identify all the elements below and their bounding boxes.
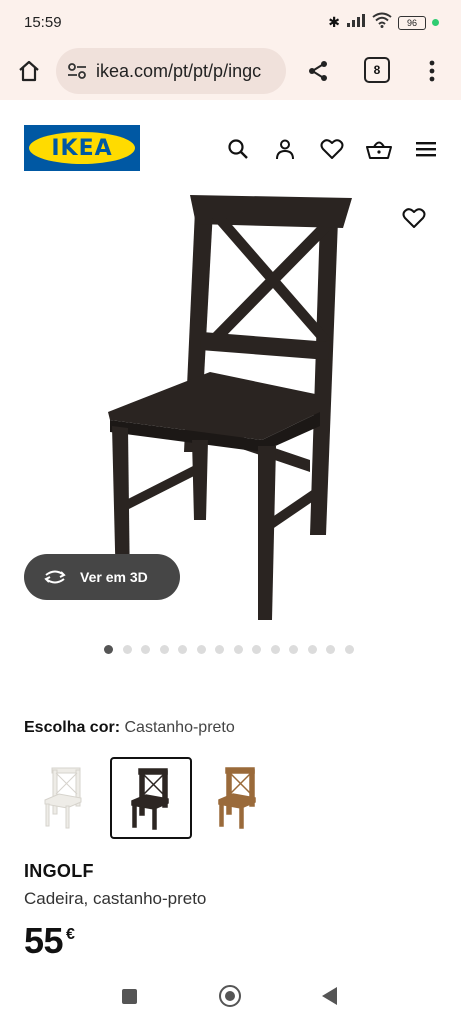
carousel-dot[interactable] [159,645,169,654]
privacy-indicator-icon [432,19,439,26]
rotate-3d-icon [42,566,68,588]
bluetooth-icon: ✱ [328,14,340,30]
carousel-dot[interactable] [270,645,280,654]
url-text[interactable]: ikea.com/pt/pt/p/ingc [96,61,261,82]
home-icon [19,60,39,82]
tab-switcher-button[interactable]: 8 [364,57,390,83]
carousel-dot[interactable] [122,645,132,654]
carousel-dot[interactable] [252,645,261,654]
logo-text: IKEA [51,135,113,161]
wifi-icon [372,12,392,33]
color-swatch-white[interactable] [24,757,104,837]
view-in-3d-button[interactable]: Ver em 3D [24,554,180,600]
browser-toolbar: ikea.com/pt/pt/p/ingc 8 [0,44,461,101]
more-vertical-icon [429,60,435,82]
color-swatch-dark-brown[interactable] [110,757,192,839]
heart-icon [402,208,426,228]
view-in-3d-label: Ver em 3D [80,569,148,585]
cart-button[interactable] [366,136,392,162]
product-price: 55 [24,920,64,961]
search-icon [228,139,248,159]
home-nav-button[interactable] [219,985,241,1007]
color-choice: Escolha cor: Castanho-preto [24,719,235,737]
system-navigation-bar [0,968,461,1024]
carousel-dot[interactable] [178,645,187,654]
battery-icon: 96 [398,15,426,30]
share-button[interactable] [302,55,334,87]
recent-apps-button[interactable] [122,989,137,1004]
hamburger-menu-icon [416,142,436,157]
basket-icon [366,141,392,159]
carousel-dot[interactable] [233,645,243,654]
carousel-dot[interactable] [344,645,354,654]
add-to-favorites-button[interactable] [400,205,428,231]
carousel-dot[interactable] [196,645,206,654]
wishlist-button[interactable] [319,136,345,162]
account-button[interactable] [272,136,298,162]
search-button[interactable] [225,136,251,162]
carousel-dot[interactable] [141,645,150,654]
product-name: INGOLF [24,861,94,881]
price-currency: € [66,926,75,943]
image-carousel-indicator[interactable] [104,645,354,654]
color-choice-label: Escolha cor: [24,719,121,736]
share-icon [309,61,327,81]
heart-icon [320,139,344,159]
home-button[interactable] [14,56,44,86]
status-icons: ✱ 96 [328,12,439,33]
product-description: Cadeira, castanho-preto [24,889,207,908]
user-icon [276,139,294,160]
color-choice-value: Castanho-preto [124,719,235,736]
carousel-dot[interactable] [307,645,317,654]
chair-thumbnail-dark-brown [131,768,169,830]
ikea-logo[interactable]: IKEA [24,125,140,171]
back-button[interactable] [322,987,337,1005]
chair-thumbnail-white [44,767,82,829]
site-settings-icon[interactable] [66,60,88,82]
address-bar[interactable]: ikea.com/pt/pt/p/ingc [56,48,286,94]
chair-thumbnail-brown [218,767,256,829]
status-time: 15:59 [24,14,62,31]
carousel-dot[interactable] [104,645,113,654]
carousel-dot[interactable] [289,645,298,654]
site-header: IKEA [0,100,461,190]
color-swatch-brown[interactable] [198,757,278,837]
carousel-dot[interactable] [215,645,224,654]
status-bar: 15:59 ✱ 96 [0,0,461,44]
browser-menu-button[interactable] [420,56,444,86]
carousel-dot[interactable] [326,645,335,654]
signal-icon [346,13,366,32]
main-menu-button[interactable] [413,136,439,162]
